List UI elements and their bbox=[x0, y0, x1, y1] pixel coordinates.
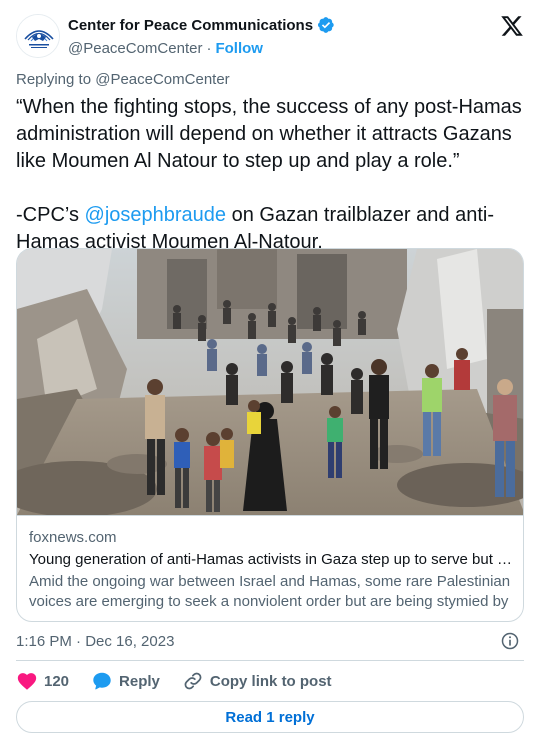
like-count: 120 bbox=[44, 672, 70, 690]
like-button[interactable]: 120 bbox=[16, 670, 69, 692]
link-card-meta[interactable]: foxnews.com Young generation of anti-Ham… bbox=[17, 515, 523, 621]
reply-label: Reply bbox=[119, 672, 160, 690]
follow-button[interactable]: Follow bbox=[215, 40, 263, 57]
link-description: Amid the ongoing war between Israel and … bbox=[29, 573, 511, 610]
copy-link-label: Copy link to post bbox=[209, 672, 332, 690]
author-name[interactable]: Center for Peace Communications bbox=[68, 17, 313, 34]
timestamp[interactable]: 1:16 PM · Dec 16, 2023 bbox=[16, 633, 174, 650]
link-title: Young generation of anti-Hamas activists… bbox=[29, 551, 513, 568]
heart-icon bbox=[17, 673, 37, 690]
action-bar: 120 Reply Copy link to post bbox=[16, 669, 354, 693]
link-preview-card[interactable]: foxnews.com Young generation of anti-Ham… bbox=[16, 248, 524, 622]
reply-bubble-icon bbox=[93, 672, 111, 690]
read-replies-button[interactable]: Read 1 reply bbox=[16, 701, 524, 733]
separator-dot: · bbox=[206, 39, 212, 57]
replying-to[interactable]: Replying to @PeaceComCenter bbox=[16, 71, 230, 88]
author-handle[interactable]: @PeaceComCenter bbox=[68, 40, 202, 57]
link-domain: foxnews.com bbox=[29, 529, 117, 546]
link-icon bbox=[184, 672, 202, 690]
cpc-logo-icon bbox=[17, 15, 59, 57]
author-block: Center for Peace Communications @PeaceCo… bbox=[68, 14, 335, 59]
avatar[interactable] bbox=[16, 14, 60, 58]
tweet-text: “When the fighting stops, the success of… bbox=[16, 94, 526, 256]
timestamp-row: 1:16 PM · Dec 16, 2023 bbox=[16, 630, 524, 652]
article-photo[interactable] bbox=[17, 249, 523, 515]
verified-badge-icon bbox=[318, 17, 334, 33]
tweet-embed: Center for Peace Communications @PeaceCo… bbox=[0, 0, 540, 748]
mention-link[interactable]: @josephbraude bbox=[85, 204, 227, 226]
reply-button[interactable]: Reply bbox=[91, 670, 160, 692]
copy-link-button[interactable]: Copy link to post bbox=[182, 670, 332, 692]
info-icon[interactable] bbox=[500, 631, 520, 651]
tweet-header: Center for Peace Communications @PeaceCo… bbox=[16, 12, 524, 60]
divider bbox=[16, 660, 524, 661]
x-logo-icon[interactable] bbox=[500, 14, 524, 38]
street-rubble-photo-icon bbox=[17, 249, 523, 515]
